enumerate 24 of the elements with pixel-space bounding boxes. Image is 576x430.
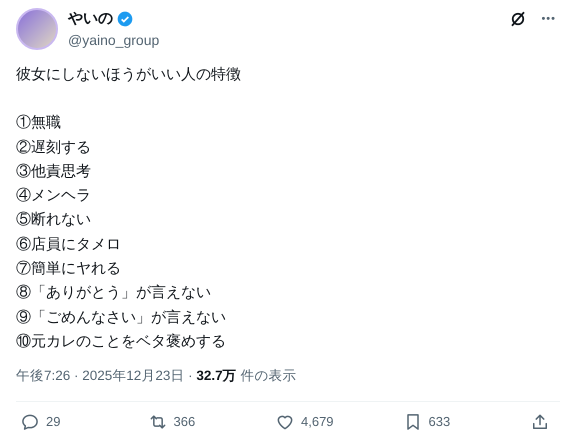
post-line: ⑩元カレのことをベタ褒めする <box>16 332 227 352</box>
post-line: ②遅刻する <box>16 138 92 158</box>
share-button[interactable] <box>530 412 550 430</box>
post-line: ⑥店員にタメロ <box>16 234 122 255</box>
post-line: ⑨「ごめんなさい」が言えない <box>16 308 227 328</box>
author-handle[interactable]: @yaino_group <box>68 30 160 51</box>
bookmark-button[interactable]: 633 <box>402 412 512 430</box>
repost-button[interactable]: 366 <box>148 412 258 430</box>
post-line: ①無職 <box>16 113 62 134</box>
more-menu[interactable]: ••• <box>541 10 556 28</box>
post-line: ③他責思考 <box>16 162 92 182</box>
post-line: ⑤断れない <box>16 210 92 230</box>
like-button[interactable]: 4,679 <box>275 412 385 430</box>
post-line: ⑧「ありがとう」が言えない <box>16 283 212 304</box>
post-meta: 午後7:26 · 2025年12月23日 · 32.7万 件の表示 <box>16 368 296 384</box>
share-icon <box>530 412 550 430</box>
post-line: ⑦簡単にヤれる <box>16 259 122 280</box>
reply-button[interactable]: 29 <box>20 412 130 430</box>
post-title: 彼女にしないほうがいい人の特徴 <box>16 65 242 85</box>
slashed-circle-icon[interactable] <box>509 10 528 28</box>
avatar[interactable] <box>16 8 58 50</box>
author-name[interactable]: やいの <box>68 8 113 30</box>
post-line: ④メンヘラ <box>16 186 92 206</box>
speech-bubble-icon <box>20 412 40 430</box>
